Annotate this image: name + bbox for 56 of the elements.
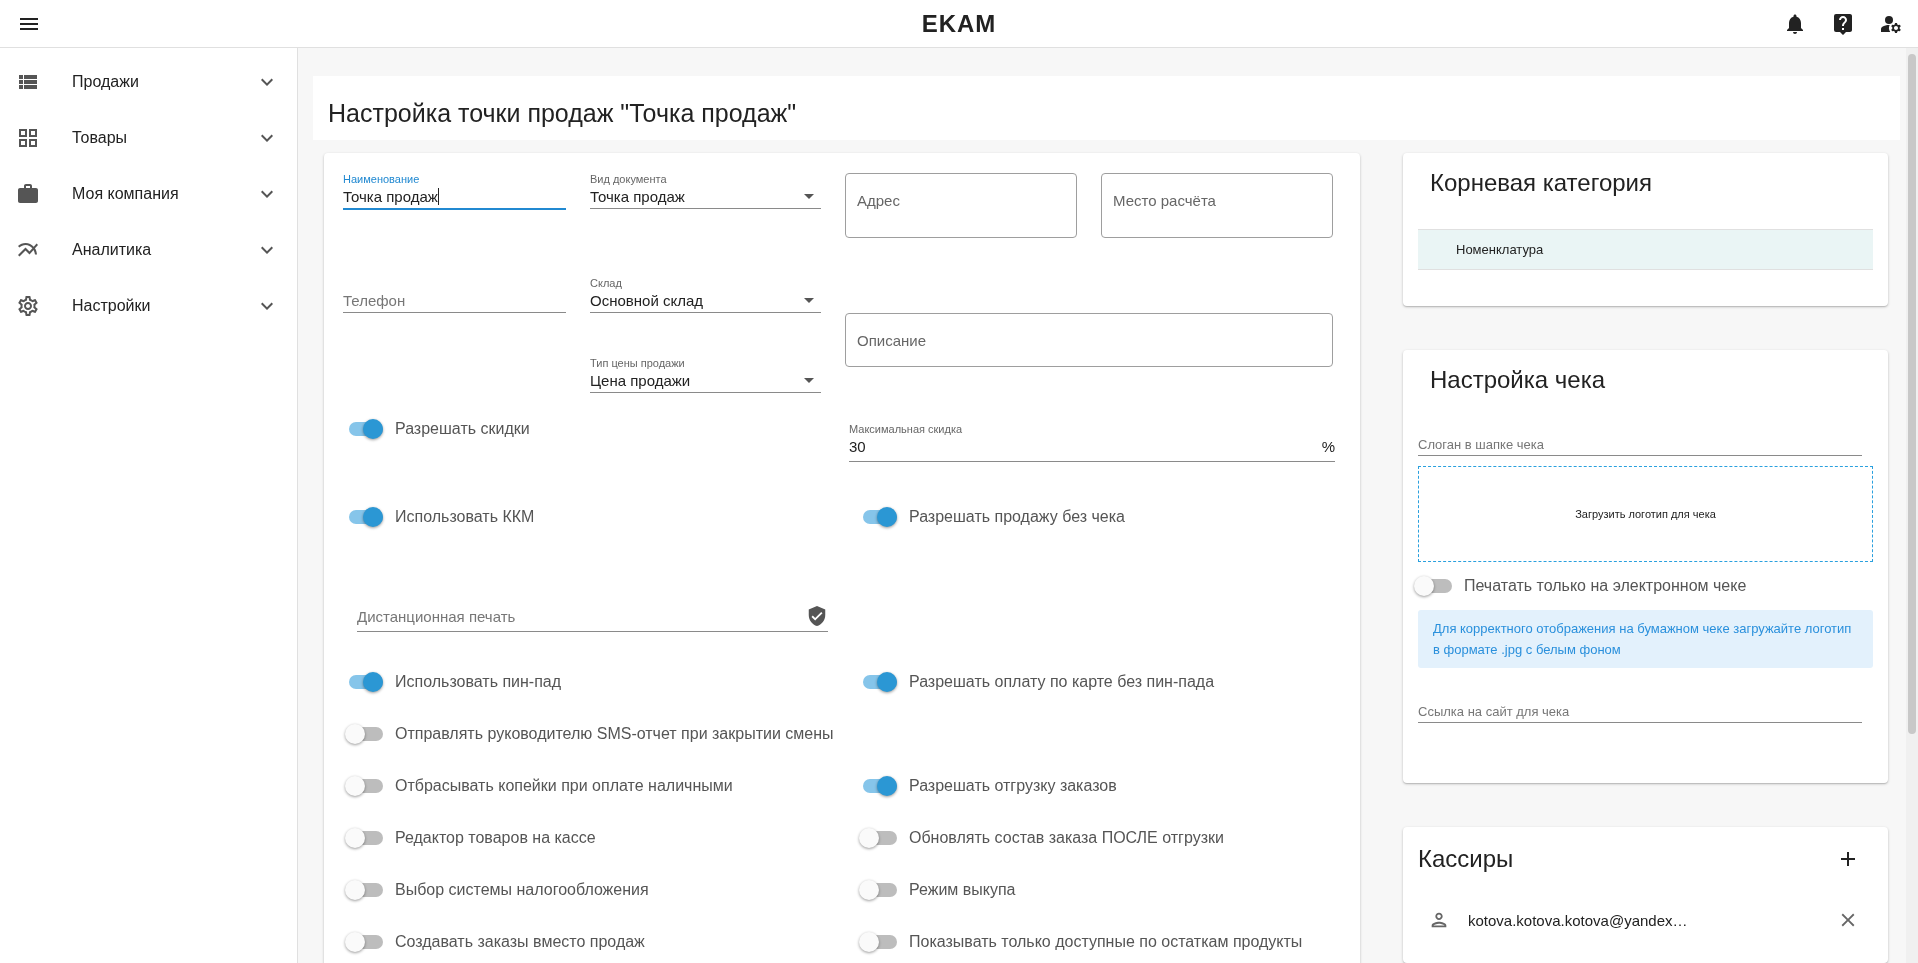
number-field[interactable]: Максимальная скидка 30 %	[849, 423, 1335, 462]
text-area[interactable]: Место расчёта	[1101, 173, 1333, 238]
text-area[interactable]: Описание	[845, 313, 1333, 367]
toggle-label: Показывать только доступные по остаткам продукты	[909, 933, 1303, 951]
text-field[interactable]: Телефон	[343, 292, 566, 313]
toggle-switch[interactable]	[863, 675, 897, 689]
card-title: Корневая категория	[1429, 168, 1653, 197]
sidebar-item[interactable]: Аналитика	[0, 222, 297, 278]
toggle-switch[interactable]	[349, 675, 383, 689]
toggle-label: Выбор системы налогообложения	[395, 881, 649, 899]
toggle-label: Разрешать отгрузку заказов	[909, 777, 1117, 795]
select-field[interactable]: Тип цены продажи Цена продажи	[590, 357, 821, 393]
select-field[interactable]: Вид документа Точка продаж	[590, 173, 821, 209]
scrollbar-thumb[interactable]	[1908, 54, 1916, 734]
toggle-label: Отправлять руководителю SMS-отчет при закрытии смены	[395, 725, 834, 743]
text-field[interactable]: Ссылка на сайт для чека	[1418, 704, 1862, 723]
toggle-label: Использовать ККМ	[395, 508, 535, 526]
toggle-switch[interactable]	[863, 779, 897, 793]
scrollbar[interactable]	[1906, 48, 1918, 963]
logo: EKAM	[921, 9, 997, 38]
toggle-label: Разрешать оплату по карте без пин-пада	[909, 673, 1215, 691]
toggle-label: Отбрасывать копейки при оплате наличными	[395, 777, 733, 795]
upload-logo-area[interactable]: Загрузить логотип для чека	[1418, 466, 1873, 562]
settings-icon	[16, 294, 40, 318]
toggle-label: Редактор товаров на кассе	[395, 829, 596, 847]
sidebar-item[interactable]: Товары	[0, 110, 297, 166]
text-area[interactable]: Адрес	[845, 173, 1077, 238]
toggle-switch[interactable]	[863, 510, 897, 524]
toggle-switch[interactable]	[349, 422, 383, 436]
toggle-label: Режим выкупа	[909, 881, 1016, 899]
grid-icon	[16, 126, 40, 150]
toggle-label: Использовать пин-пад	[395, 673, 562, 691]
cashier-email: kotova.kotova.kotova@yandex…	[1468, 911, 1689, 929]
category-row[interactable]: Номенклатура	[1418, 229, 1873, 270]
sidebar-item[interactable]: Настройки	[0, 278, 297, 334]
toggle-label: Разрешать продажу без чека	[909, 508, 1125, 526]
toggle-label: Разрешать скидки	[395, 420, 530, 438]
info-message: Для корректного отображения на бумажном чеке загружайте логотип в формате .jpg с белым фоном	[1418, 610, 1873, 668]
card-title: Кассиры	[1418, 845, 1514, 873]
card-title: Настройка чека	[1429, 365, 1607, 394]
sidebar-item[interactable]: Моя компания	[0, 166, 297, 222]
toggle-label: Печатать только на электронном чеке	[1464, 577, 1747, 595]
toggle-label: Создавать заказы вместо продаж	[395, 933, 645, 951]
toggle-switch[interactable]	[349, 510, 383, 524]
text-field[interactable]: Дистанционная печать	[357, 599, 828, 632]
dropdown-arrow-icon	[804, 298, 814, 303]
shield-check-icon	[806, 605, 828, 627]
briefcase-icon	[16, 182, 40, 206]
text-field[interactable]: Наименование Точка продаж	[343, 173, 566, 210]
select-field[interactable]: Склад Основной склад	[590, 277, 821, 313]
sidebar-item[interactable]: Продажи	[0, 54, 297, 110]
dropdown-arrow-icon	[804, 378, 814, 383]
toggle-label: Обновлять состав заказа ПОСЛЕ отгрузки	[909, 829, 1224, 847]
page-title: Настройка точки продаж "Точка продаж"	[328, 99, 797, 128]
dropdown-arrow-icon	[804, 194, 814, 199]
text-field[interactable]: Слоган в шапке чека	[1418, 437, 1862, 456]
